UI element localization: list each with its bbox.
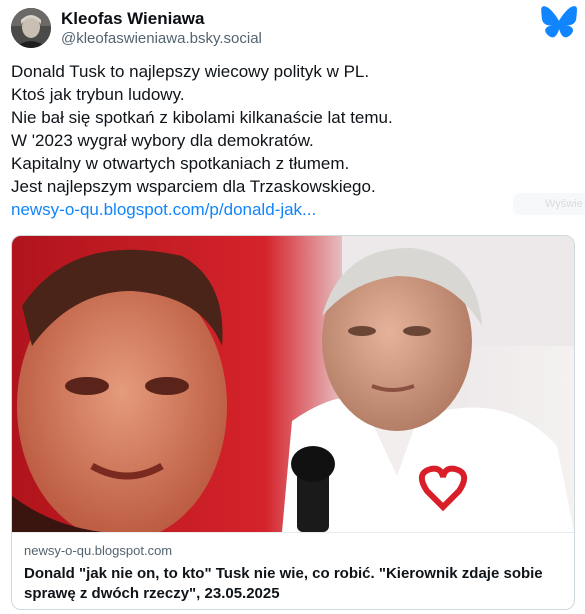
post-line: Nie bał się spotkań z kibolami kilkanaśc… <box>11 108 393 127</box>
bluesky-butterfly-icon[interactable] <box>541 6 577 38</box>
avatar-photo <box>11 8 51 48</box>
link-preview-image <box>12 236 574 532</box>
post-line: W '2023 wygrał wybory dla demokratów. <box>11 131 314 150</box>
link-preview-title[interactable]: Donald "jak nie on, to kto" Tusk nie wie… <box>24 564 564 604</box>
author-display-name[interactable]: Kleofas Wieniawa <box>61 9 204 29</box>
post-body: Donald Tusk to najlepszy wiecowy polityk… <box>11 60 571 221</box>
post-line: Jest najlepszym wsparciem dla Trzaskowsk… <box>11 177 376 196</box>
link-preview-domain: newsy-o-qu.blogspot.com <box>24 543 173 558</box>
post-link[interactable]: newsy-o-qu.blogspot.com/p/donald-jak... <box>11 198 571 221</box>
post-line: Kapitalny w otwartych spotkaniach z tłum… <box>11 154 350 173</box>
post-card: Kleofas Wieniawa @kleofaswieniawa.bsky.s… <box>0 0 585 614</box>
faded-overlay-chip: Wyświe <box>513 193 585 215</box>
author-handle[interactable]: @kleofaswieniawa.bsky.social <box>61 30 262 47</box>
post-line: Donald Tusk to najlepszy wiecowy polityk… <box>11 62 370 81</box>
link-preview-meta: newsy-o-qu.blogspot.com Donald "jak nie … <box>12 532 574 609</box>
post-header: Kleofas Wieniawa @kleofaswieniawa.bsky.s… <box>11 6 581 50</box>
post-line: Ktoś jak trybun ludowy. <box>11 85 185 104</box>
link-preview-card[interactable]: newsy-o-qu.blogspot.com Donald "jak nie … <box>11 235 575 610</box>
avatar[interactable] <box>11 8 51 48</box>
